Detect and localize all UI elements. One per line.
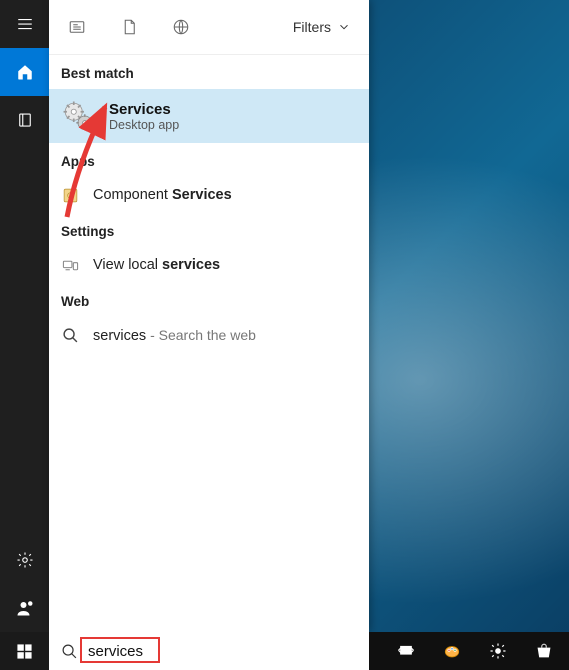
search-icon — [61, 326, 79, 344]
result-text: services — [93, 328, 146, 344]
store-icon[interactable] — [525, 632, 563, 670]
result-bold: services — [162, 257, 220, 273]
section-web: Web — [49, 283, 369, 317]
task-view-icon[interactable] — [387, 632, 425, 670]
chevron-down-icon — [337, 20, 351, 34]
taskbar — [0, 632, 569, 670]
result-component-services[interactable]: Component Services — [49, 177, 369, 213]
rail-menu-button[interactable] — [0, 0, 49, 48]
rail-account-button[interactable] — [0, 584, 49, 632]
taskbar-search-box[interactable] — [49, 632, 369, 670]
result-text: View local — [93, 257, 162, 273]
result-text: Component — [93, 187, 172, 203]
scope-news-icon[interactable] — [67, 17, 87, 37]
devices-icon — [61, 256, 79, 274]
section-apps: Apps — [49, 143, 369, 177]
component-services-icon — [61, 186, 79, 204]
search-input[interactable] — [88, 643, 357, 660]
filters-label: Filters — [293, 19, 331, 35]
services-gear-icon — [61, 99, 95, 133]
rail-home-button[interactable] — [0, 48, 49, 96]
rail-settings-button[interactable] — [0, 536, 49, 584]
results-top-bar: Filters — [49, 0, 369, 55]
settings-icon[interactable] — [479, 632, 517, 670]
paint-icon[interactable] — [433, 632, 471, 670]
result-best-match-services[interactable]: Services Desktop app — [49, 89, 369, 143]
cortana-left-rail — [0, 0, 49, 670]
result-suffix: - Search the web — [146, 327, 256, 343]
search-results-panel: Filters Best match Services Desktop app … — [49, 0, 369, 632]
section-best-match: Best match — [49, 55, 369, 89]
best-match-subtitle: Desktop app — [109, 118, 179, 132]
search-icon — [61, 643, 78, 660]
start-button[interactable] — [0, 632, 49, 670]
best-match-title: Services — [109, 101, 179, 118]
scope-web-icon[interactable] — [171, 17, 191, 37]
system-tray — [387, 632, 569, 670]
result-bold: Services — [172, 187, 232, 203]
result-view-local-services[interactable]: View local services — [49, 247, 369, 283]
section-settings: Settings — [49, 213, 369, 247]
scope-document-icon[interactable] — [119, 17, 139, 37]
rail-notebook-button[interactable] — [0, 96, 49, 144]
result-web-search[interactable]: services - Search the web — [49, 317, 369, 353]
filters-dropdown[interactable]: Filters — [287, 19, 357, 35]
